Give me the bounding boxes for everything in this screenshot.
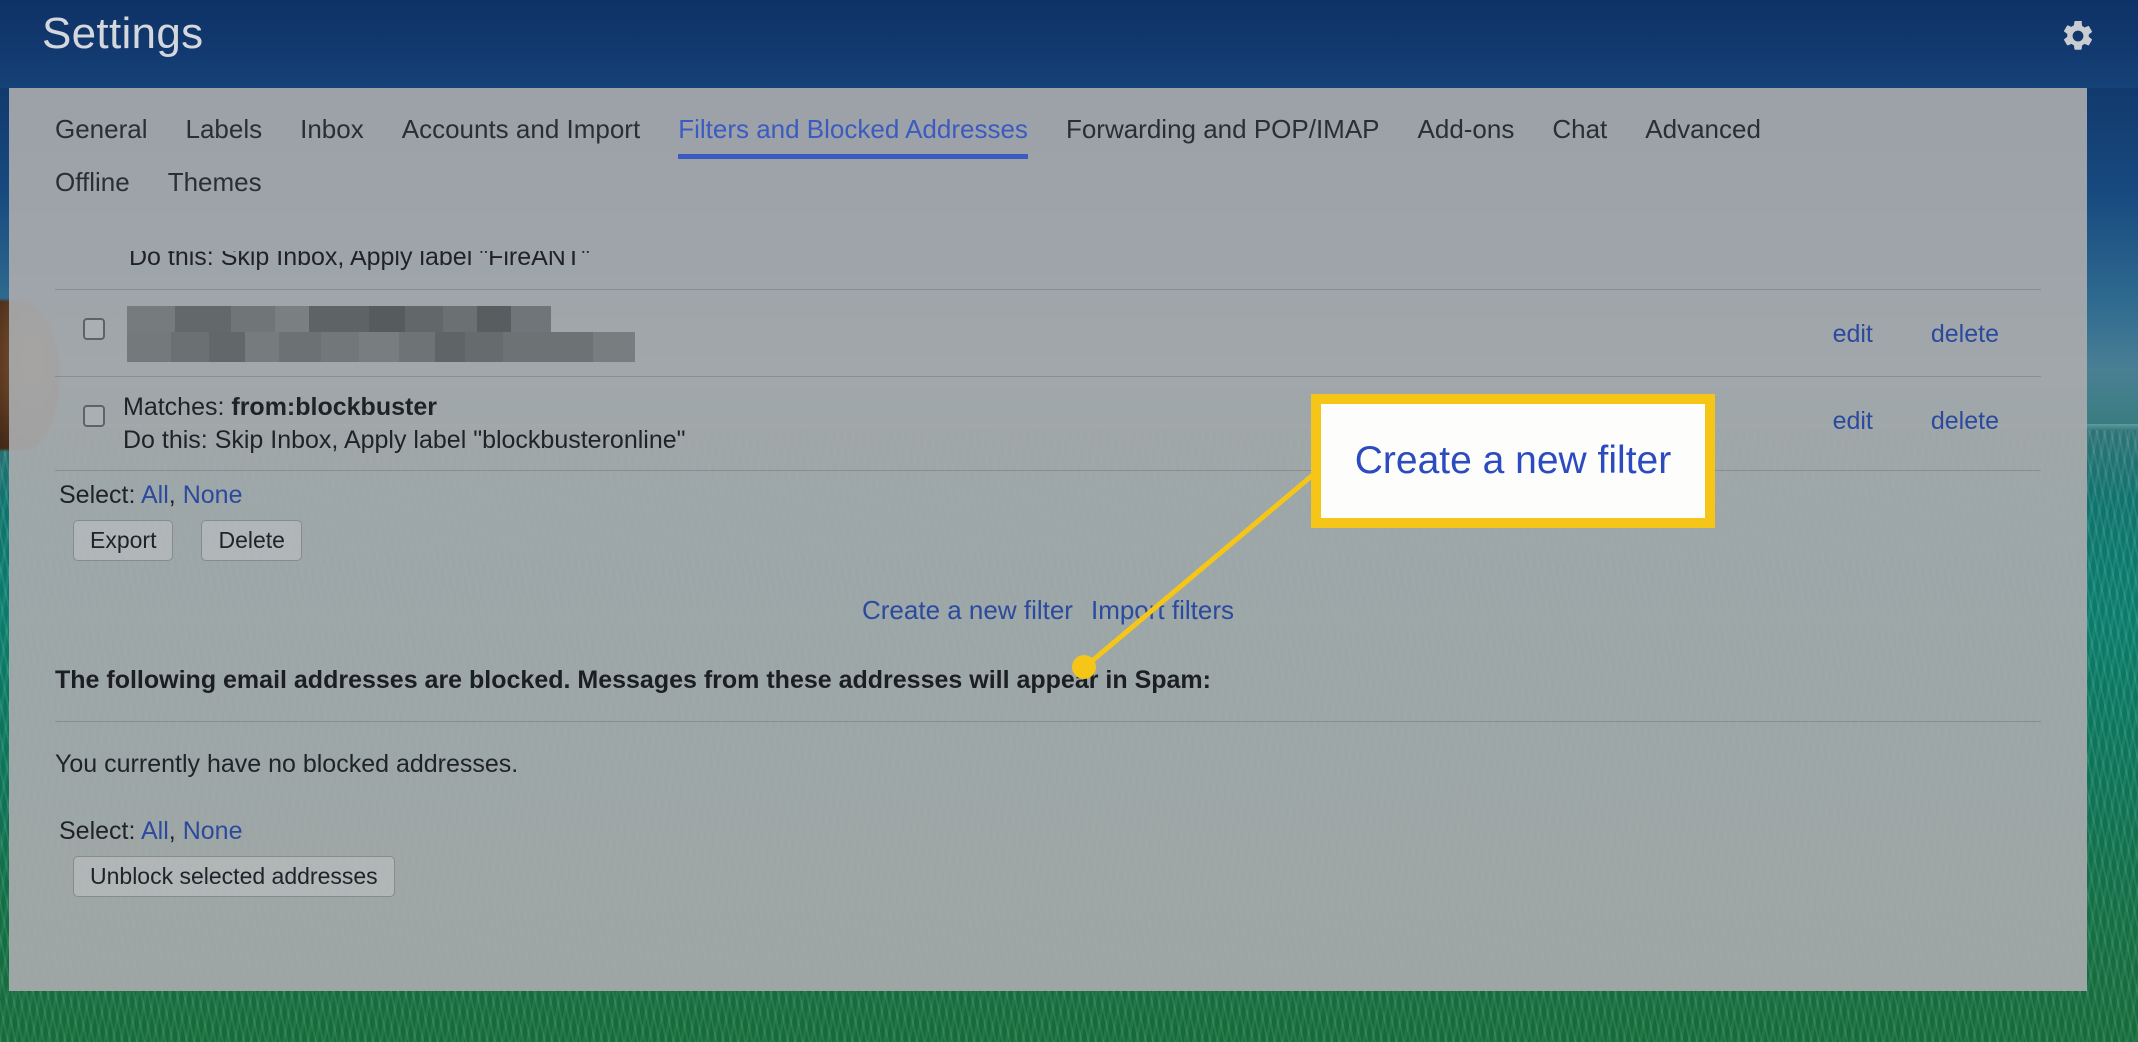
select-none-link[interactable]: None xyxy=(183,481,243,509)
tab-add-ons[interactable]: Add-ons xyxy=(1418,106,1515,165)
gear-icon[interactable] xyxy=(2056,14,2100,58)
tab-chat[interactable]: Chat xyxy=(1552,106,1607,165)
select-separator: , xyxy=(168,817,183,845)
select-label: Select: xyxy=(59,481,141,509)
unblock-selected-addresses-button[interactable]: Unblock selected addresses xyxy=(73,856,395,897)
filter-row-clipped: Do this: Skip Inbox, Apply label "FireAN… xyxy=(55,251,2041,289)
filter-row-content: Matches: from:blockbuster Do this: Skip … xyxy=(123,391,1833,456)
tab-general[interactable]: General xyxy=(55,106,148,165)
select-all-link[interactable]: All xyxy=(141,817,169,845)
select-all-link[interactable]: All xyxy=(141,481,169,509)
import-filters-link[interactable]: Import filters xyxy=(1091,595,1234,626)
filter-action-text: Do this: Skip Inbox, Apply label "FireAN… xyxy=(129,251,590,271)
filter-row-actions: edit delete xyxy=(1833,320,2041,349)
filter-match-value: from:blockbuster xyxy=(231,393,437,421)
edit-link[interactable]: edit xyxy=(1833,407,1873,436)
settings-header-bar: Settings xyxy=(0,0,2138,88)
filter-row-redacted-content xyxy=(123,304,1833,362)
page-title: Settings xyxy=(42,9,204,58)
filters-select-row: Select: All, None xyxy=(55,471,2041,510)
blocked-button-row: Unblock selected addresses xyxy=(55,846,2041,897)
settings-tab-bar: General Labels Inbox Accounts and Import… xyxy=(9,88,2087,218)
table-row: edit delete xyxy=(55,290,2041,376)
tab-row-secondary: Offline Themes xyxy=(55,159,2087,218)
tab-inbox[interactable]: Inbox xyxy=(300,106,364,165)
filter-match-line: Matches: from:blockbuster xyxy=(123,391,1833,424)
filters-button-row: Export Delete xyxy=(55,510,2041,561)
tab-advanced[interactable]: Advanced xyxy=(1645,106,1761,165)
delete-button[interactable]: Delete xyxy=(201,520,302,561)
table-row: Matches: from:blockbuster Do this: Skip … xyxy=(55,377,2041,470)
filters-footer-links: Create a new filter Import filters xyxy=(55,561,2041,626)
tab-labels[interactable]: Labels xyxy=(186,106,263,165)
filter-row-checkbox[interactable] xyxy=(83,405,105,427)
select-label: Select: xyxy=(59,817,141,845)
filter-action-text: Do this: Skip Inbox, Apply label "blockb… xyxy=(123,425,686,454)
tab-row-primary: General Labels Inbox Accounts and Import… xyxy=(55,106,2087,165)
filter-row-checkbox[interactable] xyxy=(83,318,105,340)
delete-link[interactable]: delete xyxy=(1931,407,1999,436)
blocked-addresses-heading: The following email addresses are blocke… xyxy=(55,666,1211,694)
tab-filters-and-blocked-addresses[interactable]: Filters and Blocked Addresses xyxy=(678,106,1028,165)
filter-match-prefix: Matches: xyxy=(123,393,232,421)
edit-link[interactable]: edit xyxy=(1833,320,1873,349)
export-button[interactable]: Export xyxy=(73,520,174,561)
filters-settings-content: Do this: Skip Inbox, Apply label "FireAN… xyxy=(9,251,2087,991)
gmail-settings-panel: General Labels Inbox Accounts and Import… xyxy=(9,88,2087,991)
redacted-text-block xyxy=(123,306,1833,362)
delete-link[interactable]: delete xyxy=(1931,320,1999,349)
tab-accounts-and-import[interactable]: Accounts and Import xyxy=(402,106,640,165)
select-separator: , xyxy=(168,481,183,509)
tab-offline[interactable]: Offline xyxy=(55,159,130,218)
select-none-link[interactable]: None xyxy=(183,817,243,845)
blocked-addresses-empty-text: You currently have no blocked addresses. xyxy=(55,750,519,778)
filter-row-actions: edit delete xyxy=(1833,407,2041,436)
tab-forwarding-and-pop-imap[interactable]: Forwarding and POP/IMAP xyxy=(1066,106,1380,165)
blocked-select-row: Select: All, None xyxy=(55,779,2041,846)
tab-themes[interactable]: Themes xyxy=(168,159,262,218)
create-a-new-filter-link[interactable]: Create a new filter xyxy=(862,595,1073,626)
